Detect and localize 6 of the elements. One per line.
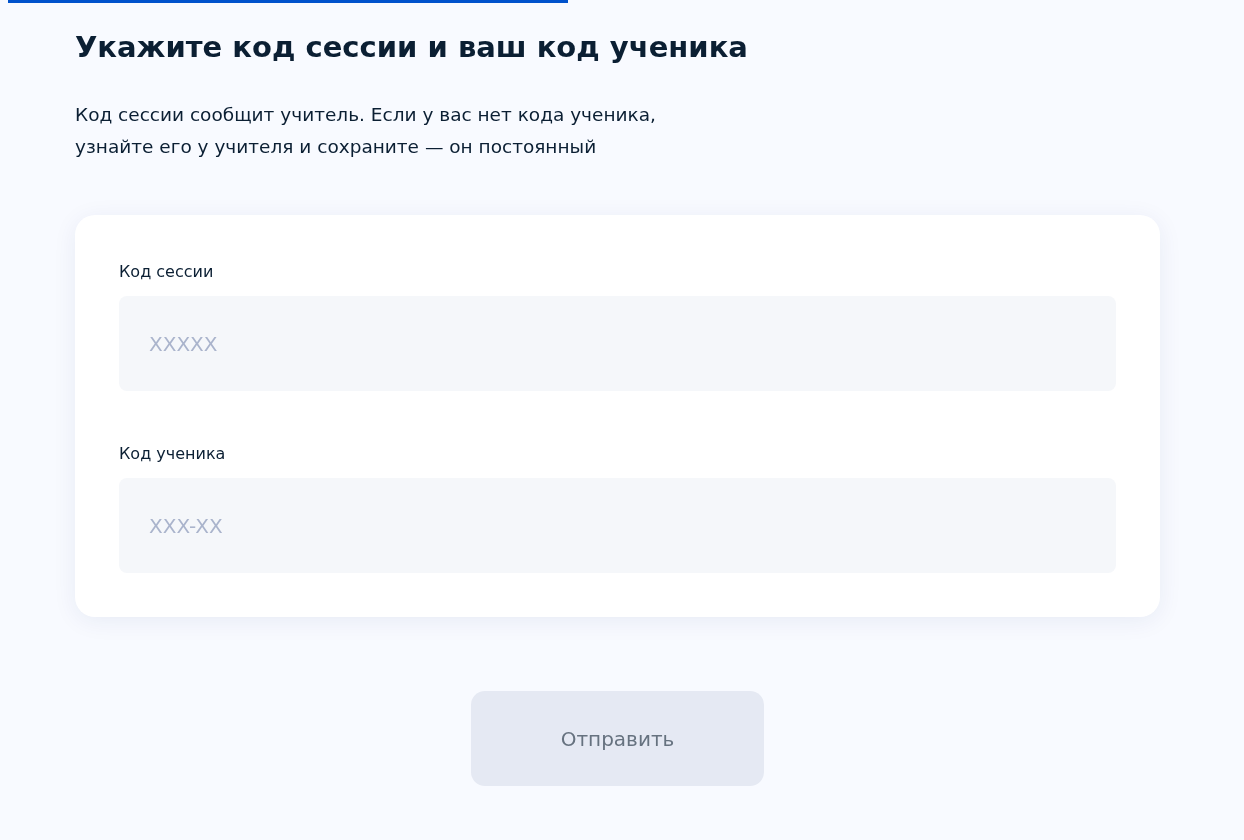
- input-field[interactable]: XXX-XX: [119, 478, 1116, 573]
- description-text: Код сессии сообщит учитель. Если у вас нет кода ученика, узнайте его у учителя и сохраните — он постоянный: [75, 103, 657, 159]
- page-title: Укажите код сессии и ваш код ученика: [75, 29, 749, 66]
- field-label: Код сессии: [119, 261, 215, 283]
- field-label: Код ученика: [119, 443, 227, 465]
- input-field[interactable]: XXXXX: [119, 296, 1116, 391]
